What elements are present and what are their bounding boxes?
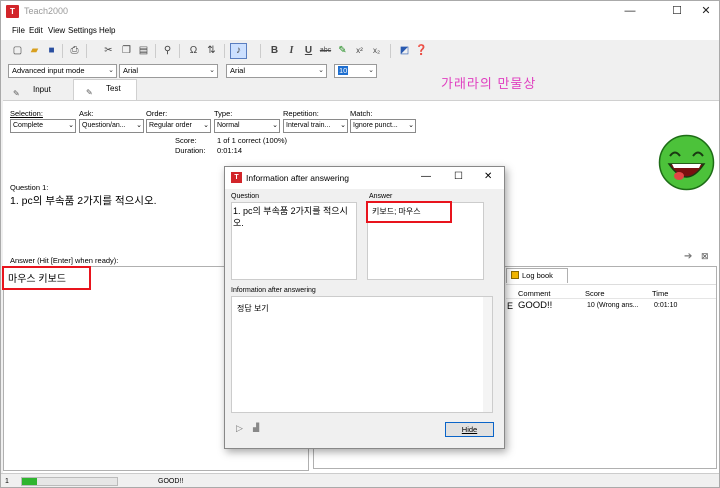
- print-icon[interactable]: ⎙: [66, 43, 83, 59]
- log-row-score: 10 (Wrong ans...: [587, 302, 639, 309]
- match-label: Match:: [350, 109, 373, 118]
- dialog-app-icon: T: [231, 172, 242, 183]
- help-icon[interactable]: ❓: [413, 43, 430, 59]
- match-select[interactable]: Ignore punct... ⌄: [350, 119, 416, 133]
- italic-icon[interactable]: I: [283, 43, 300, 59]
- score-label: Score:: [175, 136, 197, 145]
- dialog-info-text: 정답 보기: [237, 304, 269, 313]
- log-col-comment: Comment: [518, 289, 551, 298]
- type-select[interactable]: Normal ⌄: [214, 119, 280, 133]
- dialog-title: Information after answering: [246, 173, 349, 183]
- duration-value: 0:01:14: [217, 146, 243, 155]
- info-dialog: T Information after answering — ☐ ✕ Ques…: [224, 166, 505, 449]
- hide-button[interactable]: Hide: [445, 422, 494, 437]
- minimize-button[interactable]: —: [618, 3, 642, 19]
- status-message: GOOD!!: [158, 478, 184, 485]
- menu-file[interactable]: File: [12, 26, 25, 35]
- font-size-select[interactable]: 10 ⌄: [334, 64, 377, 78]
- font-select-2[interactable]: Arial ⌄: [226, 64, 327, 78]
- score-value: 1 of 1 correct (100%): [217, 136, 288, 145]
- close-button[interactable]: ✕: [694, 3, 718, 19]
- dialog-question-label: Question: [231, 193, 260, 200]
- log-row-prefix: E: [507, 301, 514, 311]
- dialog-title-bar: T Information after answering — ☐ ✕: [225, 167, 504, 189]
- cut-icon[interactable]: ✂: [100, 43, 117, 59]
- tab-log-book[interactable]: Log book: [506, 268, 568, 283]
- window-title: Teach2000: [24, 6, 69, 16]
- dialog-answer-highlight-box: [366, 201, 452, 223]
- ask-label: Ask:: [79, 109, 94, 118]
- dialog-close-button[interactable]: ✕: [484, 171, 492, 182]
- new-icon[interactable]: ▢: [9, 43, 26, 59]
- copy-icon[interactable]: ❐: [118, 43, 135, 59]
- order-select[interactable]: Regular order ⌄: [146, 119, 211, 133]
- delete-icon[interactable]: ⊠: [701, 251, 709, 262]
- paste-icon[interactable]: ▤: [135, 43, 152, 59]
- test-pencil-icon: ✎: [86, 87, 93, 97]
- app-window: T Teach2000 — ☐ ✕ File Edit View Setting…: [0, 0, 720, 488]
- status-left: 1: [5, 478, 9, 485]
- symbol-icon[interactable]: Ω: [185, 43, 202, 59]
- app-logo-icon: T: [6, 5, 19, 18]
- order-label: Order:: [146, 109, 168, 118]
- dialog-maximize-button[interactable]: ☐: [454, 171, 463, 182]
- toolbar: ▢ ▰ ■ ⎙ ✂ ❐ ▤ ⚲ Ω ⇅ ♪ B I U abc ✎ x² x₂ …: [1, 41, 719, 62]
- strikethrough-icon[interactable]: abc: [317, 43, 334, 59]
- repetition-select[interactable]: Interval train... ⌄: [283, 119, 348, 133]
- dialog-question-text: 1. pc의 부속품 2가지를 적으시오.: [233, 206, 348, 228]
- highlight-icon[interactable]: ✎: [334, 43, 351, 59]
- log-row-comment: GOOD!!: [518, 300, 553, 311]
- type-label: Type:: [214, 109, 233, 118]
- question-label: Question 1:: [10, 183, 49, 192]
- superscript-icon[interactable]: x²: [351, 43, 368, 59]
- answer-label: Answer (Hit [Enter] when ready):: [10, 256, 119, 265]
- answer-highlight-box: [2, 266, 91, 290]
- dialog-info-scrollbar[interactable]: [483, 297, 492, 412]
- ask-select[interactable]: Question/an... ⌄: [79, 119, 144, 133]
- duration-label: Duration:: [175, 146, 206, 155]
- open-icon[interactable]: ▰: [26, 43, 43, 59]
- title-bar: T Teach2000 — ☐ ✕: [1, 1, 719, 23]
- selection-select[interactable]: Complete ⌄: [10, 119, 76, 133]
- save-icon[interactable]: ■: [43, 43, 60, 59]
- menu-view[interactable]: View: [48, 26, 65, 35]
- question-text: 1. pc의 부속품 2가지를 적으시오.: [10, 195, 157, 207]
- status-bar: 1 GOOD!!: [1, 473, 719, 487]
- underline-icon[interactable]: U: [300, 43, 317, 59]
- dialog-answer-label: Answer: [369, 193, 393, 200]
- smiley-face-icon: [658, 134, 715, 191]
- menu-bar: File Edit View Settings Help: [1, 23, 719, 40]
- stop-icon[interactable]: ▟: [253, 423, 259, 432]
- watermark-text: 가래라의 만물상: [441, 76, 537, 91]
- selection-label: Selection:: [10, 109, 43, 118]
- repetition-label: Repetition:: [283, 109, 319, 118]
- dialog-info-box[interactable]: [231, 296, 493, 413]
- menu-edit[interactable]: Edit: [29, 26, 43, 35]
- subscript-icon[interactable]: x₂: [368, 43, 385, 59]
- logbook-icon: [511, 271, 519, 279]
- play-icon[interactable]: ▷: [236, 423, 243, 434]
- sort-icon[interactable]: ⇅: [203, 43, 220, 59]
- pencil-icon: ✎: [13, 88, 20, 98]
- progress-fill: [22, 478, 38, 485]
- tab-test[interactable]: ✎ Test: [73, 79, 137, 101]
- spellcheck-icon[interactable]: ◩: [396, 43, 413, 59]
- find-icon[interactable]: ⚲: [159, 43, 176, 59]
- music-note-icon[interactable]: ♪: [230, 43, 247, 59]
- next-arrow-icon[interactable]: ➔: [684, 251, 692, 262]
- maximize-button[interactable]: ☐: [665, 3, 689, 19]
- dialog-info-label: Information after answering: [231, 287, 316, 294]
- progress-bar: [21, 477, 118, 486]
- log-row-time: 0:01:10: [654, 302, 678, 309]
- tab-input[interactable]: ✎ Input: [13, 81, 73, 101]
- log-col-score: Score: [585, 289, 605, 298]
- dialog-minimize-button[interactable]: —: [421, 171, 431, 182]
- log-col-time: Time: [652, 289, 669, 298]
- menu-settings[interactable]: Settings: [68, 26, 97, 35]
- font-select-1[interactable]: Arial ⌄: [119, 64, 218, 78]
- bold-icon[interactable]: B: [266, 43, 283, 59]
- menu-help[interactable]: Help: [99, 26, 115, 35]
- input-mode-select[interactable]: Advanced input mode ⌄: [8, 64, 117, 78]
